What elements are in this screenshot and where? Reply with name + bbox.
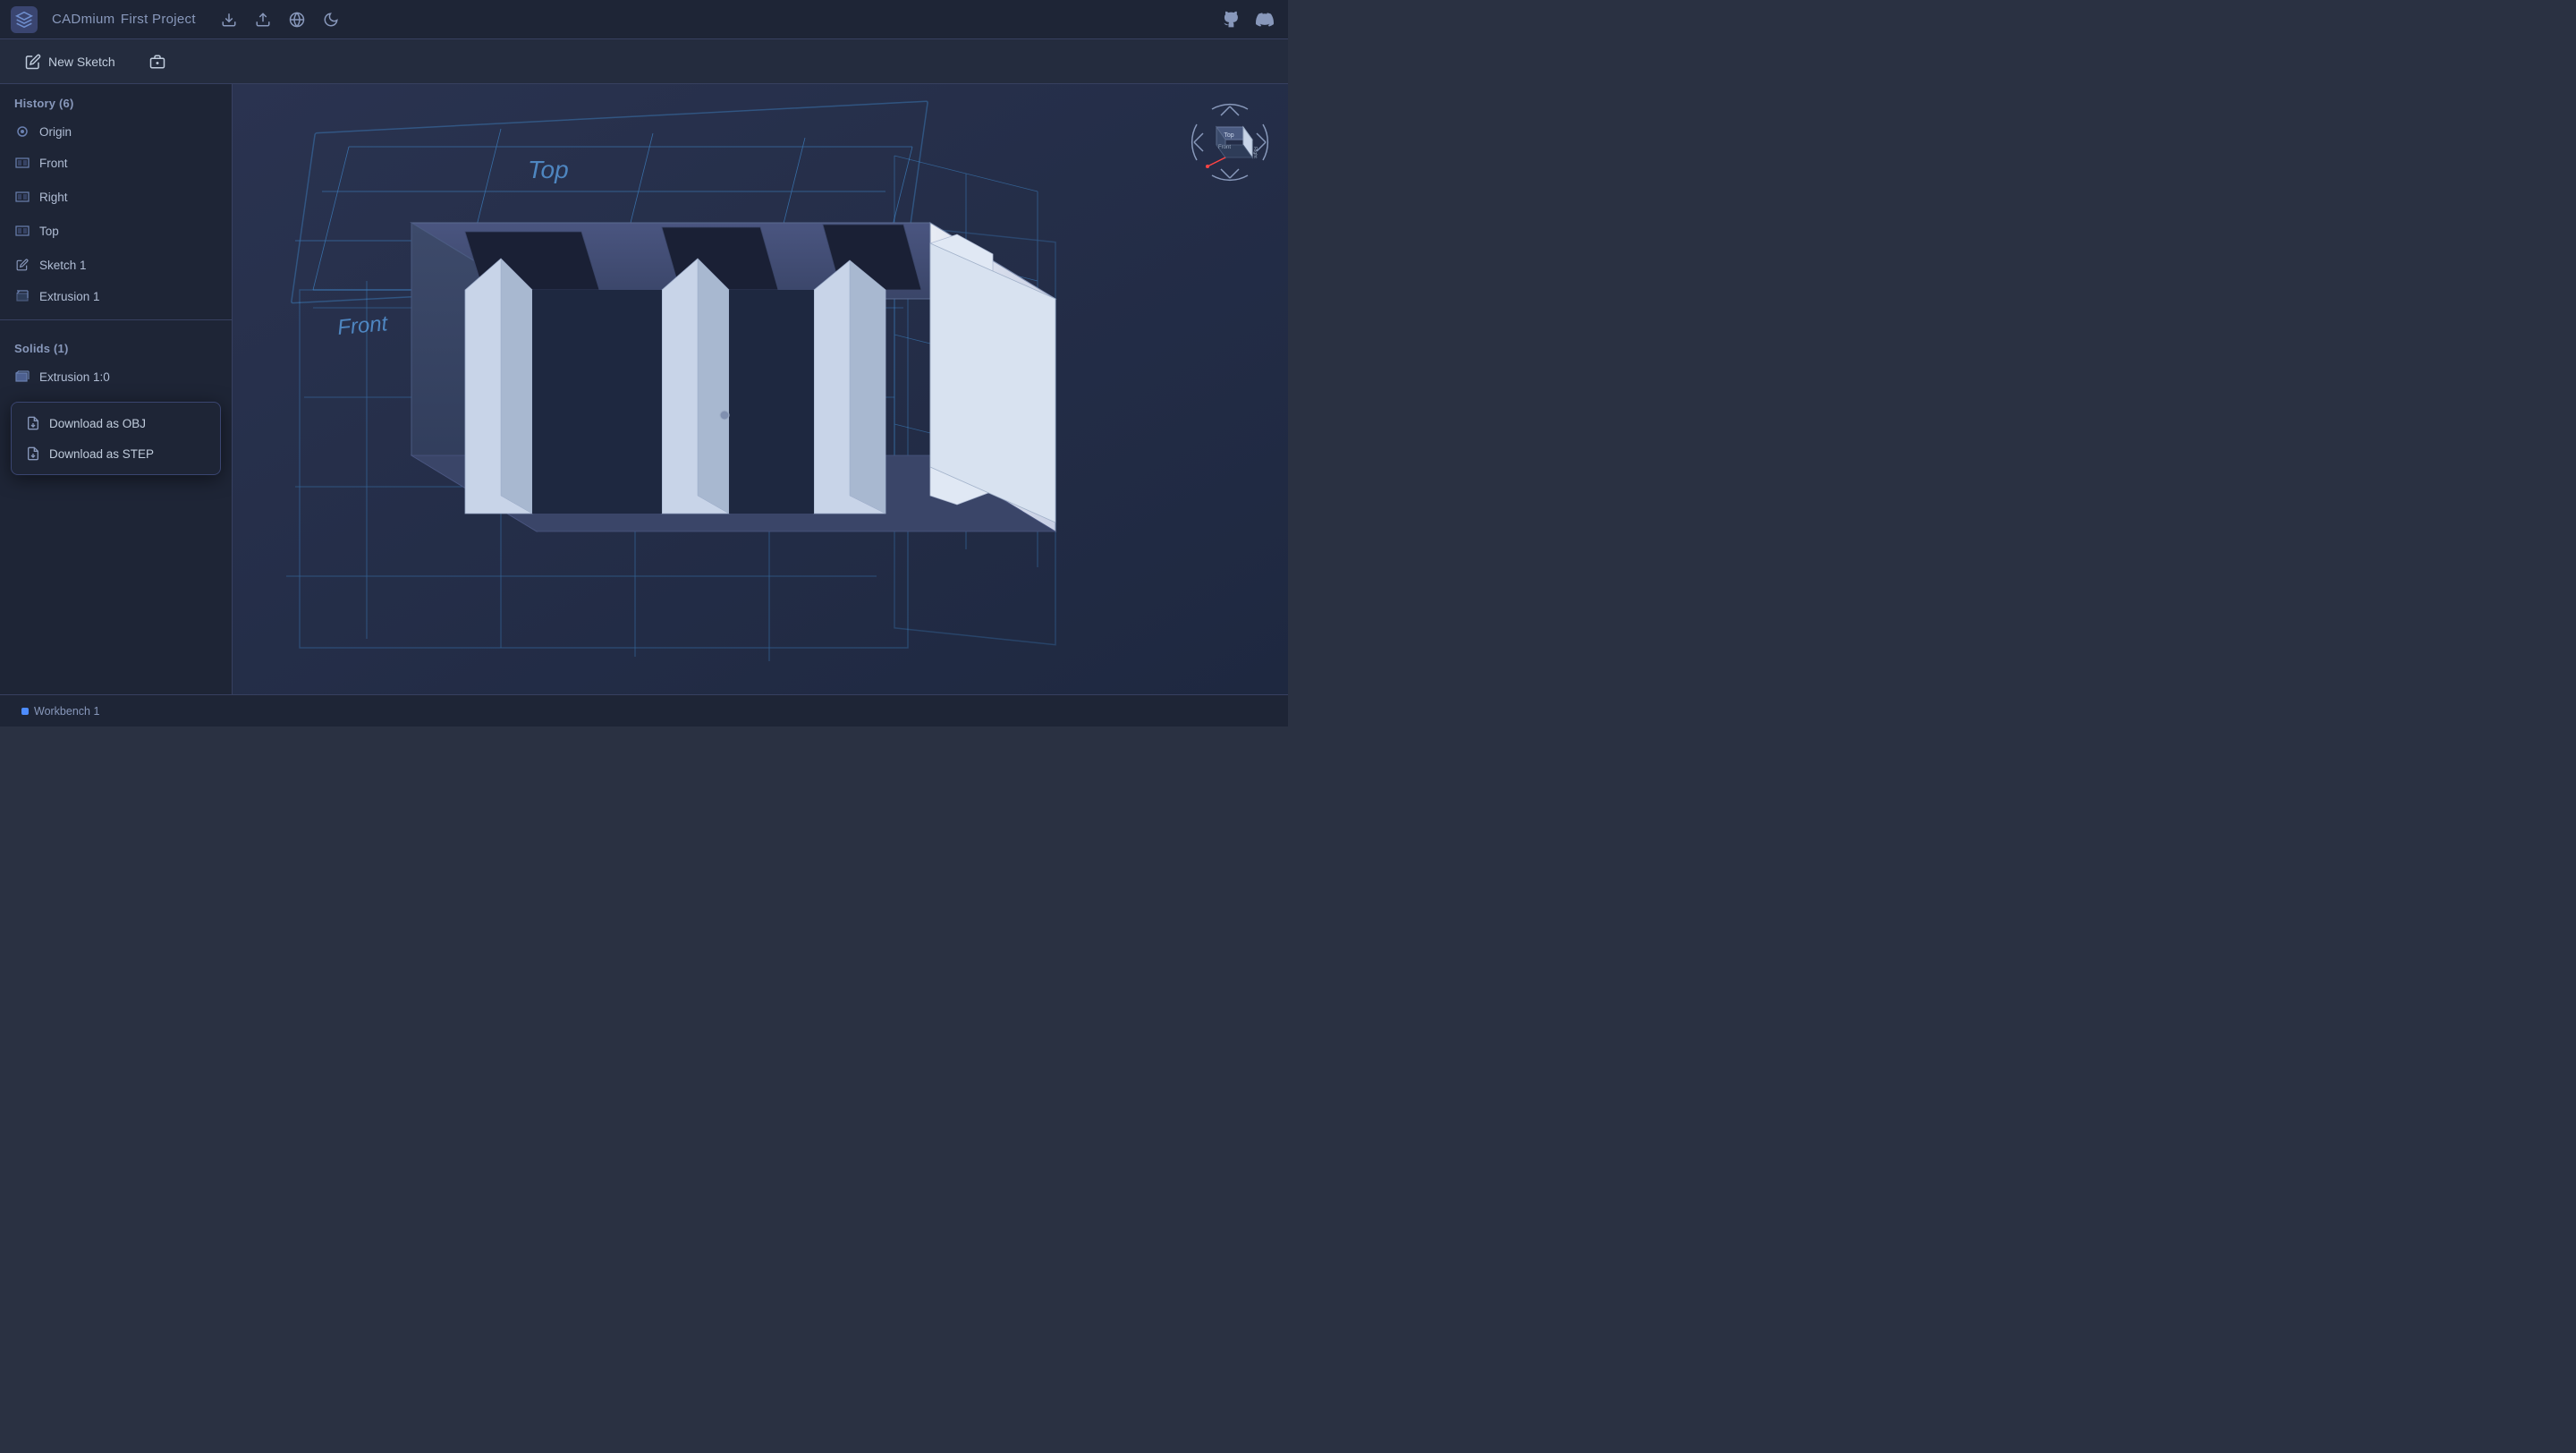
globe-icon[interactable] — [284, 6, 310, 33]
new-sketch-label: New Sketch — [48, 55, 115, 69]
app-title: CADmium First Project — [50, 12, 196, 27]
sketch-icon — [14, 257, 30, 273]
sidebar-item-origin[interactable]: Origin — [0, 117, 232, 146]
new-sketch-button[interactable]: New Sketch — [14, 48, 126, 75]
front-label: Front — [39, 157, 183, 170]
front-plane-icon — [14, 155, 30, 171]
nav-right-icons — [1218, 7, 1277, 32]
discord-icon[interactable] — [1252, 7, 1277, 32]
download-icon[interactable] — [216, 6, 242, 33]
moon-icon[interactable] — [318, 6, 344, 33]
sketch1-label: Sketch 1 — [39, 259, 183, 272]
right-plane-icon — [14, 189, 30, 205]
sidebar: History (6) Origin Front — [0, 84, 233, 694]
top-nav: CADmium First Project — [0, 0, 1288, 39]
context-menu: Download as OBJ Download as STEP — [11, 402, 221, 475]
top-plane-icon — [14, 223, 30, 239]
history-section-title: History (6) — [0, 84, 232, 117]
origin-icon — [14, 123, 30, 140]
svg-text:Top: Top — [1224, 132, 1233, 139]
download-obj-button[interactable]: Download as OBJ — [12, 408, 220, 438]
sidebar-item-sketch1[interactable]: Sketch 1 — [0, 248, 232, 282]
workbench-label: Workbench 1 — [34, 705, 99, 718]
workbench-icon-button[interactable] — [139, 48, 176, 75]
app-project-name: First Project — [121, 12, 196, 27]
extrusion1-label: Extrusion 1 — [39, 290, 217, 303]
origin-label: Origin — [39, 125, 217, 139]
top-label: Top — [39, 225, 183, 238]
nav-icons — [216, 6, 344, 33]
sidebar-item-extrusion1-0[interactable]: Extrusion 1:0 — [0, 362, 232, 391]
main-layout: History (6) Origin Front — [0, 84, 1288, 694]
download-obj-label: Download as OBJ — [49, 417, 146, 430]
app-logo[interactable] — [11, 6, 38, 33]
sidebar-item-right[interactable]: Right — [0, 180, 232, 214]
sidebar-item-top[interactable]: Top — [0, 214, 232, 248]
github-icon[interactable] — [1218, 7, 1243, 32]
solid-icon — [14, 369, 30, 385]
download-step-label: Download as STEP — [49, 447, 154, 461]
svg-text:Right: Right — [1252, 147, 1258, 158]
sidebar-divider — [0, 319, 232, 320]
solids-section-title: Solids (1) — [0, 329, 232, 362]
sidebar-item-extrusion1[interactable]: Extrusion 1 — [0, 282, 232, 310]
status-bar: Workbench 1 — [0, 694, 1288, 726]
status-dot — [21, 708, 29, 715]
right-label: Right — [39, 191, 183, 204]
orientation-cube[interactable]: Top Front Right — [1190, 102, 1270, 183]
workbench-status[interactable]: Workbench 1 — [13, 701, 108, 721]
svg-text:Top: Top — [528, 156, 569, 183]
toolbar: New Sketch — [0, 39, 1288, 84]
extrusion1-0-label: Extrusion 1:0 — [39, 370, 217, 384]
viewport[interactable]: Top Front Right — [233, 84, 1288, 694]
sidebar-item-front[interactable]: Front — [0, 146, 232, 180]
download-step-button[interactable]: Download as STEP — [12, 438, 220, 469]
svg-text:Front: Front — [1218, 145, 1231, 150]
upload-icon[interactable] — [250, 6, 276, 33]
svg-text:Front: Front — [336, 311, 389, 340]
extrusion-icon — [14, 288, 30, 304]
app-name-cadmium: CADmium — [52, 12, 114, 27]
